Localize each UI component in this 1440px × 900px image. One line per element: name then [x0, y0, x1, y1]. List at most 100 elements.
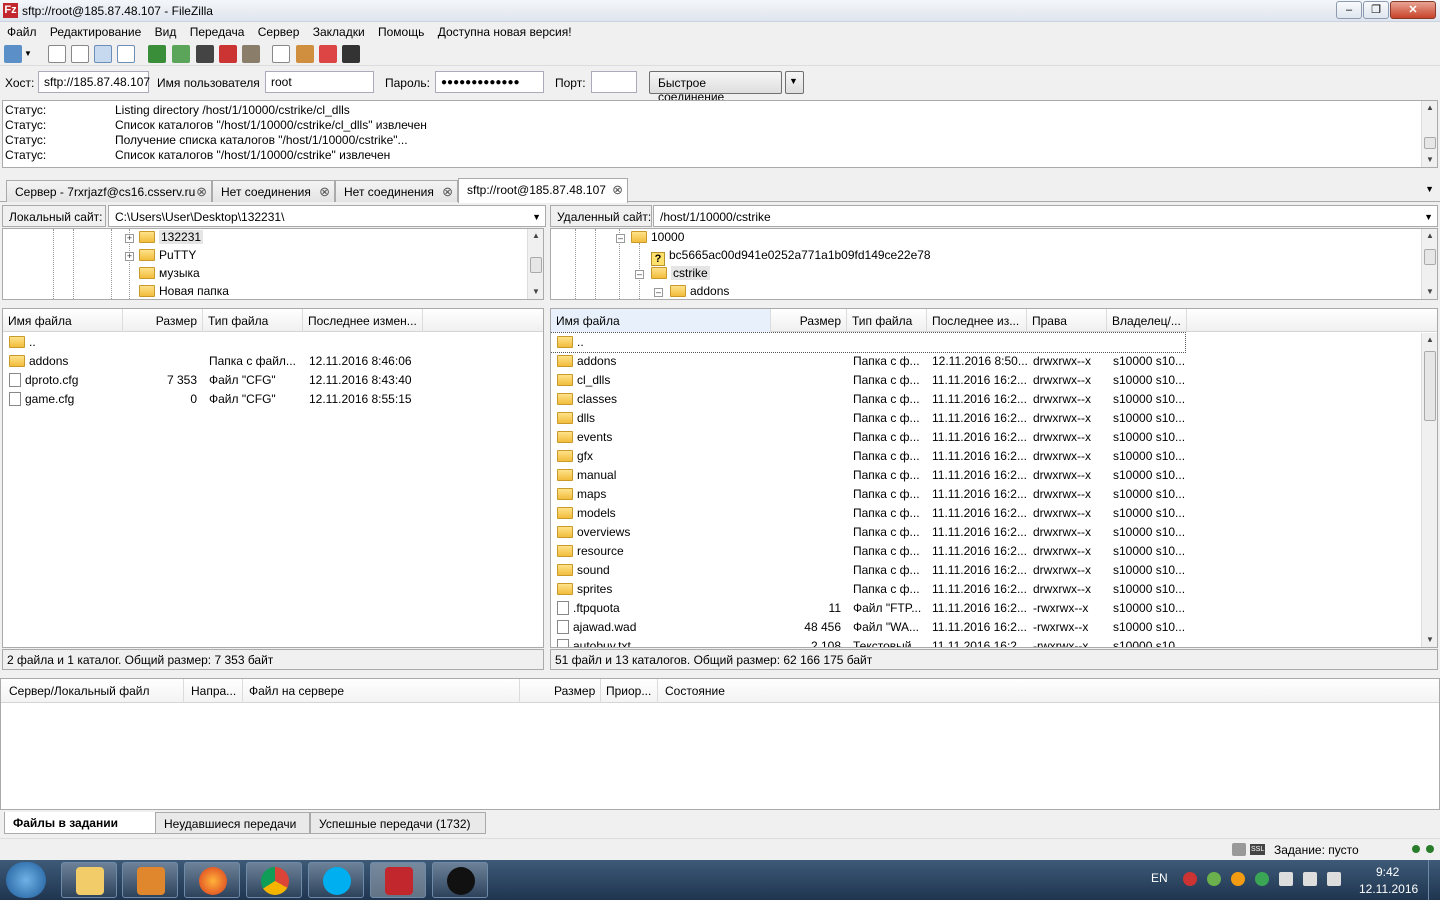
- chevron-down-icon[interactable]: ▼: [1424, 212, 1433, 222]
- local-path-input[interactable]: C:\Users\User\Desktop\132231\ ▼: [108, 205, 546, 227]
- scroll-up-icon[interactable]: ▲: [1422, 101, 1438, 115]
- log-scrollbar[interactable]: ▲ ▼: [1421, 101, 1437, 167]
- taskbar-cs[interactable]: [432, 862, 488, 898]
- compare-directories-icon[interactable]: [319, 45, 337, 63]
- tray-app-icon[interactable]: [1255, 872, 1269, 886]
- table-row[interactable]: maps Папка с ф... 11.11.2016 16:2... drwxrw…: [551, 485, 1437, 504]
- table-row[interactable]: overviews Папка с ф... 11.11.2016 16:2... d…: [551, 523, 1437, 542]
- tree-node[interactable]: 10000: [631, 230, 684, 244]
- tab-list-dropdown-icon[interactable]: ▼: [1425, 184, 1434, 194]
- menu-help[interactable]: Помощь: [373, 22, 429, 42]
- menu-edit[interactable]: Редактирование: [45, 22, 146, 42]
- reconnect-icon[interactable]: [242, 45, 260, 63]
- table-row[interactable]: sprites Папка с ф... 11.11.2016 16:2... drw…: [551, 580, 1437, 599]
- column-size[interactable]: Размер: [554, 684, 595, 698]
- tree-node[interactable]: cstrike: [651, 266, 710, 280]
- tree-node[interactable]: 132231: [139, 230, 204, 244]
- username-input[interactable]: root: [265, 71, 374, 93]
- table-row[interactable]: autobuy.txt 2 108 Текстовый... 11.11.2016 1…: [551, 637, 1437, 647]
- table-row[interactable]: game.cfg 0 Файл "CFG" 12.11.2016 8:55:15: [3, 390, 543, 409]
- volume-icon[interactable]: [1327, 872, 1341, 886]
- scrollbar-thumb[interactable]: [1424, 351, 1436, 421]
- scrollbar-thumb[interactable]: [1424, 249, 1436, 265]
- column-remote-file[interactable]: Файл на сервере: [249, 684, 344, 698]
- minimize-button[interactable]: –: [1336, 1, 1362, 19]
- table-row[interactable]: ..: [3, 333, 543, 352]
- column-filename[interactable]: Имя файла: [3, 309, 123, 332]
- column-local-file[interactable]: Сервер/Локальный файл: [9, 684, 149, 698]
- collapse-icon[interactable]: –: [654, 288, 663, 297]
- remote-path-input[interactable]: /host/1/10000/cstrike ▼: [653, 205, 1438, 227]
- cancel-operation-icon[interactable]: [196, 45, 214, 63]
- flag-icon[interactable]: [1279, 872, 1293, 886]
- column-priority[interactable]: Приор...: [606, 684, 651, 698]
- table-row[interactable]: manual Папка с ф... 11.11.2016 16:2... drwx…: [551, 466, 1437, 485]
- scroll-down-icon[interactable]: ▼: [1422, 153, 1438, 167]
- tab-server[interactable]: Сервер - 7rxrjazf@cs16.csserv.ru ⊗: [6, 180, 212, 202]
- tab-close-icon[interactable]: ⊗: [319, 184, 330, 200]
- scroll-down-icon[interactable]: ▼: [528, 285, 543, 299]
- site-manager-dropdown-icon[interactable]: ▼: [24, 45, 36, 63]
- table-row[interactable]: gfx Папка с ф... 11.11.2016 16:2... drwxrwx…: [551, 447, 1437, 466]
- process-queue-icon[interactable]: [172, 45, 190, 63]
- tray-app-icon[interactable]: [1183, 872, 1197, 886]
- menu-view[interactable]: Вид: [150, 22, 182, 42]
- toggle-queue-icon[interactable]: [117, 45, 135, 63]
- site-manager-icon[interactable]: [4, 45, 22, 63]
- chevron-down-icon[interactable]: ▼: [532, 212, 541, 222]
- scroll-up-icon[interactable]: ▲: [1422, 229, 1437, 243]
- table-row[interactable]: dproto.cfg 7 353 Файл "CFG" 12.11.2016 8:43…: [3, 371, 543, 390]
- column-modified[interactable]: Последнее из...: [927, 309, 1027, 332]
- tree-node[interactable]: ? bc5665ac00d941e0252a771a1b09fd149ce22e7…: [651, 248, 931, 266]
- menu-bookmarks[interactable]: Закладки: [308, 22, 370, 42]
- menu-server[interactable]: Сервер: [253, 22, 305, 42]
- column-owner[interactable]: Владелец/...: [1107, 309, 1187, 332]
- tray-app-icon[interactable]: [1231, 872, 1245, 886]
- scroll-up-icon[interactable]: ▲: [528, 229, 543, 243]
- table-row[interactable]: addons Папка с ф... 12.11.2016 8:50... drwx…: [551, 352, 1437, 371]
- taskbar-explorer[interactable]: [61, 862, 117, 898]
- table-row[interactable]: resource Папка с ф... 11.11.2016 16:2... dr…: [551, 542, 1437, 561]
- scrollbar-thumb[interactable]: [1424, 137, 1436, 149]
- column-modified[interactable]: Последнее измен...: [303, 309, 423, 332]
- clock-date[interactable]: 12.11.2016: [1359, 882, 1418, 896]
- expand-icon[interactable]: +: [125, 252, 134, 261]
- scroll-down-icon[interactable]: ▼: [1422, 633, 1437, 647]
- scrollbar-thumb[interactable]: [530, 257, 542, 273]
- menu-file[interactable]: Файл: [2, 22, 42, 42]
- tab-close-icon[interactable]: ⊗: [196, 184, 207, 200]
- password-input[interactable]: ●●●●●●●●●●●●●: [435, 71, 544, 93]
- toggle-log-icon[interactable]: [48, 45, 66, 63]
- quickconnect-history-dropdown[interactable]: ▼: [785, 71, 804, 94]
- close-button[interactable]: ✕: [1390, 1, 1436, 19]
- refresh-icon[interactable]: [148, 45, 166, 63]
- tab-queued-files[interactable]: Файлы в задании: [4, 812, 156, 834]
- tab-sftp-active[interactable]: sftp://root@185.87.48.107 ⊗: [458, 178, 628, 203]
- table-row[interactable]: cl_dlls Папка с ф... 11.11.2016 16:2... drw…: [551, 371, 1437, 390]
- tab-close-icon[interactable]: ⊗: [442, 184, 453, 200]
- menu-new-version[interactable]: Доступна новая версия!: [433, 22, 577, 42]
- table-row[interactable]: addons Папка с файл... 12.11.2016 8:46:06: [3, 352, 543, 371]
- tree-node[interactable]: addons: [670, 284, 729, 298]
- tab-failed-transfers[interactable]: Неудавшиеся передачи: [155, 812, 310, 834]
- table-row[interactable]: sound Папка с ф... 11.11.2016 16:2... drwxr…: [551, 561, 1437, 580]
- maximize-button[interactable]: ❐: [1363, 1, 1389, 19]
- tree-node[interactable]: музыка: [139, 266, 200, 280]
- clock-time[interactable]: 9:42: [1376, 865, 1399, 879]
- table-row[interactable]: events Папка с ф... 11.11.2016 16:2... drwx…: [551, 428, 1437, 447]
- tree-node[interactable]: Новая папка: [139, 284, 229, 298]
- column-size[interactable]: Размер: [771, 309, 847, 332]
- tab-successful-transfers[interactable]: Успешные передачи (1732): [310, 812, 486, 834]
- toggle-remote-tree-icon[interactable]: [94, 45, 112, 63]
- collapse-icon[interactable]: –: [635, 270, 644, 279]
- host-input[interactable]: sftp://185.87.48.107: [38, 71, 150, 93]
- search-files-icon[interactable]: [342, 45, 360, 63]
- column-status[interactable]: Состояние: [665, 684, 725, 698]
- column-type[interactable]: Тип файла: [203, 309, 303, 332]
- menu-transfer[interactable]: Передача: [185, 22, 250, 42]
- toggle-local-tree-icon[interactable]: [71, 45, 89, 63]
- table-row[interactable]: .ftpquota 11 Файл "FTP... 11.11.2016 16:2..…: [551, 599, 1437, 618]
- start-button[interactable]: [6, 862, 46, 898]
- table-row[interactable]: dlls Папка с ф... 11.11.2016 16:2... drwxrw…: [551, 409, 1437, 428]
- column-size[interactable]: Размер: [123, 309, 203, 332]
